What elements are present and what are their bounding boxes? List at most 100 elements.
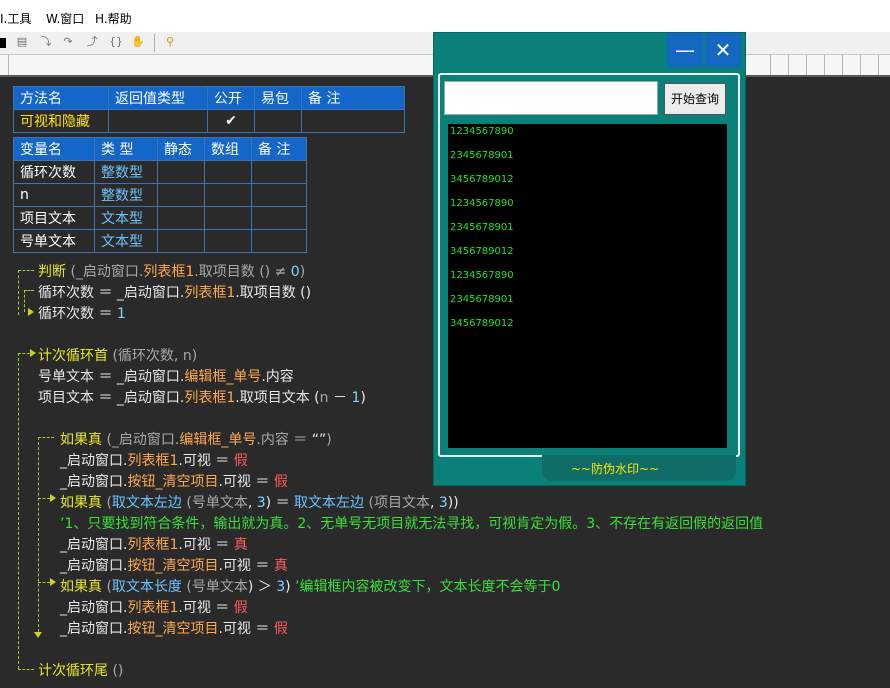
object-name: 列表框1 bbox=[127, 453, 179, 469]
var-type[interactable]: 整数型 bbox=[94, 183, 158, 207]
var-note[interactable] bbox=[251, 229, 307, 253]
var-name[interactable]: 号单文本 bbox=[13, 229, 95, 253]
bool-value: 真 bbox=[233, 537, 248, 553]
code-text: ( bbox=[364, 495, 374, 511]
result-list[interactable]: 1234567890 2345678901 3456789012 1234567… bbox=[448, 124, 727, 448]
var-array[interactable] bbox=[204, 229, 252, 253]
window-titlebar[interactable]: — ✕ bbox=[434, 33, 745, 69]
method-note[interactable] bbox=[301, 109, 405, 133]
step-into-icon[interactable]: ⤵ bbox=[38, 34, 54, 50]
code-line[interactable]: _启动窗口.按钮_清空项目.可视 ＝ 假 bbox=[60, 618, 288, 638]
code-line[interactable]: 循环次数 ＝ _启动窗口.列表框1.取项目数 () bbox=[38, 282, 311, 302]
watermark-label: ~~防伪水印~~ bbox=[570, 462, 660, 476]
var-static[interactable] bbox=[157, 206, 205, 230]
object-name: 列表框1 bbox=[184, 390, 236, 406]
var-array[interactable] bbox=[204, 183, 252, 207]
list-item[interactable]: 2345678901 bbox=[450, 294, 514, 305]
var-static[interactable] bbox=[157, 229, 205, 253]
method-return-type[interactable] bbox=[108, 109, 208, 133]
code-line[interactable]: 如果真 (取文本长度 (号单文本) ＞ 3) ’编辑框内容被改变下，文本长度不会… bbox=[60, 576, 560, 596]
code-line[interactable]: _启动窗口.按钮_清空项目.可视 ＝ 假 bbox=[60, 471, 288, 491]
code-text: (_启动窗口. bbox=[102, 432, 180, 448]
code-text: ) bbox=[326, 432, 332, 448]
close-button[interactable]: ✕ bbox=[705, 33, 741, 67]
object-name: 编辑框_单号 bbox=[179, 432, 257, 448]
code-line[interactable]: 判断 (_启动窗口.列表框1.取项目数 () ≠ 0) bbox=[38, 261, 305, 281]
var-static[interactable] bbox=[157, 160, 205, 184]
code-text: ＝ bbox=[94, 306, 117, 322]
code-text: .取项目数 () ≠ bbox=[194, 264, 291, 280]
list-item[interactable]: 3456789012 bbox=[450, 174, 514, 185]
code-line[interactable]: 计次循环尾 () bbox=[38, 660, 123, 680]
var-array[interactable] bbox=[204, 160, 252, 184]
code-line[interactable]: 项目文本 ＝ _启动窗口.列表框1.取项目文本 (n － 1) bbox=[38, 387, 366, 407]
var-header-array: 数组 bbox=[204, 137, 252, 161]
code-line[interactable]: 如果真 (取文本左边 (号单文本, 3) ＝ 取文本左边 (项目文本, 3)) bbox=[60, 492, 459, 512]
list-item[interactable]: 2345678901 bbox=[450, 222, 514, 233]
list-item[interactable]: 2345678901 bbox=[450, 150, 514, 161]
menu-window[interactable]: W.窗口 bbox=[46, 10, 84, 27]
code-line[interactable]: ’1、只要找到符合条件，输出就为真。2、无单号无项目就无法寻找，可视肯定为假。3… bbox=[60, 513, 763, 533]
string-literal: “” bbox=[311, 432, 327, 448]
list-item[interactable]: 3456789012 bbox=[450, 318, 514, 329]
var-note[interactable] bbox=[251, 160, 307, 184]
var-name[interactable]: n bbox=[13, 183, 95, 207]
method-easypkg[interactable] bbox=[254, 109, 302, 133]
list-item[interactable]: 3456789012 bbox=[450, 246, 514, 257]
keyword: 计次循环尾 bbox=[38, 663, 108, 679]
list-item[interactable]: 1234567890 bbox=[450, 270, 514, 281]
var-header-static: 静态 bbox=[157, 137, 205, 161]
code-line[interactable]: _启动窗口.列表框1.可视 ＝ 假 bbox=[60, 450, 248, 470]
method-public-check[interactable]: ✔ bbox=[207, 109, 255, 133]
bool-value: 假 bbox=[233, 453, 248, 469]
query-input[interactable] bbox=[444, 81, 658, 115]
code-line[interactable]: _启动窗口.按钮_清空项目.可视 ＝ 真 bbox=[60, 555, 288, 575]
code-text: .内容 bbox=[261, 369, 294, 385]
doc-icon[interactable]: ▤ bbox=[14, 34, 30, 50]
variable: 循环次数 bbox=[38, 306, 94, 322]
start-query-button[interactable]: 开始查询 bbox=[664, 83, 726, 115]
number: 0 bbox=[290, 264, 300, 280]
code-text: ( bbox=[181, 579, 192, 595]
step-out-icon[interactable]: ⤴ bbox=[84, 34, 100, 50]
code-text: .可视 ＝ bbox=[178, 453, 234, 469]
code-text: (_启动窗口. bbox=[66, 264, 144, 280]
var-static[interactable] bbox=[157, 183, 205, 207]
var-name[interactable]: 循环次数 bbox=[13, 160, 95, 184]
variable-table: 变量名 类 型 静态 数组 备 注 循环次数 整数型 n 整数型 项目文本 文本… bbox=[13, 137, 307, 253]
code-text: 号单文本 ＝ _启动窗口. bbox=[38, 369, 185, 385]
var-note[interactable] bbox=[251, 183, 307, 207]
hand-icon[interactable]: ✋ bbox=[130, 34, 146, 50]
var-type[interactable]: 文本型 bbox=[94, 229, 158, 253]
method-name[interactable]: 可视和隐藏 bbox=[13, 109, 109, 133]
var-name[interactable]: 项目文本 bbox=[13, 206, 95, 230]
code-line[interactable]: 号单文本 ＝ _启动窗口.编辑框_单号.内容 bbox=[38, 366, 294, 386]
variable: 号单文本 bbox=[191, 495, 248, 511]
code-text: ( bbox=[181, 495, 192, 511]
code-line[interactable]: 如果真 (_启动窗口.编辑框_单号.内容 ＝ “”) bbox=[60, 429, 332, 449]
list-item[interactable]: 1234567890 bbox=[450, 126, 514, 137]
menu-tools[interactable]: I.工具 bbox=[0, 10, 31, 27]
var-header-note: 备 注 bbox=[251, 137, 307, 161]
object-name: 列表框1 bbox=[127, 537, 179, 553]
code-text: ) bbox=[191, 348, 198, 364]
code-line[interactable]: 循环次数 ＝ 1 bbox=[38, 303, 126, 323]
code-line[interactable]: _启动窗口.列表框1.可视 ＝ 真 bbox=[60, 534, 248, 554]
var-type[interactable]: 整数型 bbox=[94, 160, 158, 184]
menu-help[interactable]: H.帮助 bbox=[95, 10, 132, 27]
code-line[interactable]: 计次循环首 (循环次数, n) bbox=[38, 345, 197, 365]
bool-value: 假 bbox=[233, 600, 248, 616]
braces-icon[interactable]: {} bbox=[108, 34, 124, 50]
code-text: .可视 ＝ bbox=[218, 474, 274, 490]
step-over-icon[interactable]: ↷ bbox=[60, 34, 76, 50]
var-type[interactable]: 文本型 bbox=[94, 206, 158, 230]
code-text: － bbox=[328, 390, 352, 406]
minimize-button[interactable]: — bbox=[667, 33, 703, 67]
save-icon[interactable] bbox=[0, 38, 6, 48]
var-array[interactable] bbox=[204, 206, 252, 230]
method-header-note: 备 注 bbox=[301, 86, 405, 110]
code-line[interactable]: _启动窗口.列表框1.可视 ＝ 假 bbox=[60, 597, 248, 617]
find-icon[interactable]: ⚲ bbox=[162, 34, 178, 50]
list-item[interactable]: 1234567890 bbox=[450, 198, 514, 209]
var-note[interactable] bbox=[251, 206, 307, 230]
